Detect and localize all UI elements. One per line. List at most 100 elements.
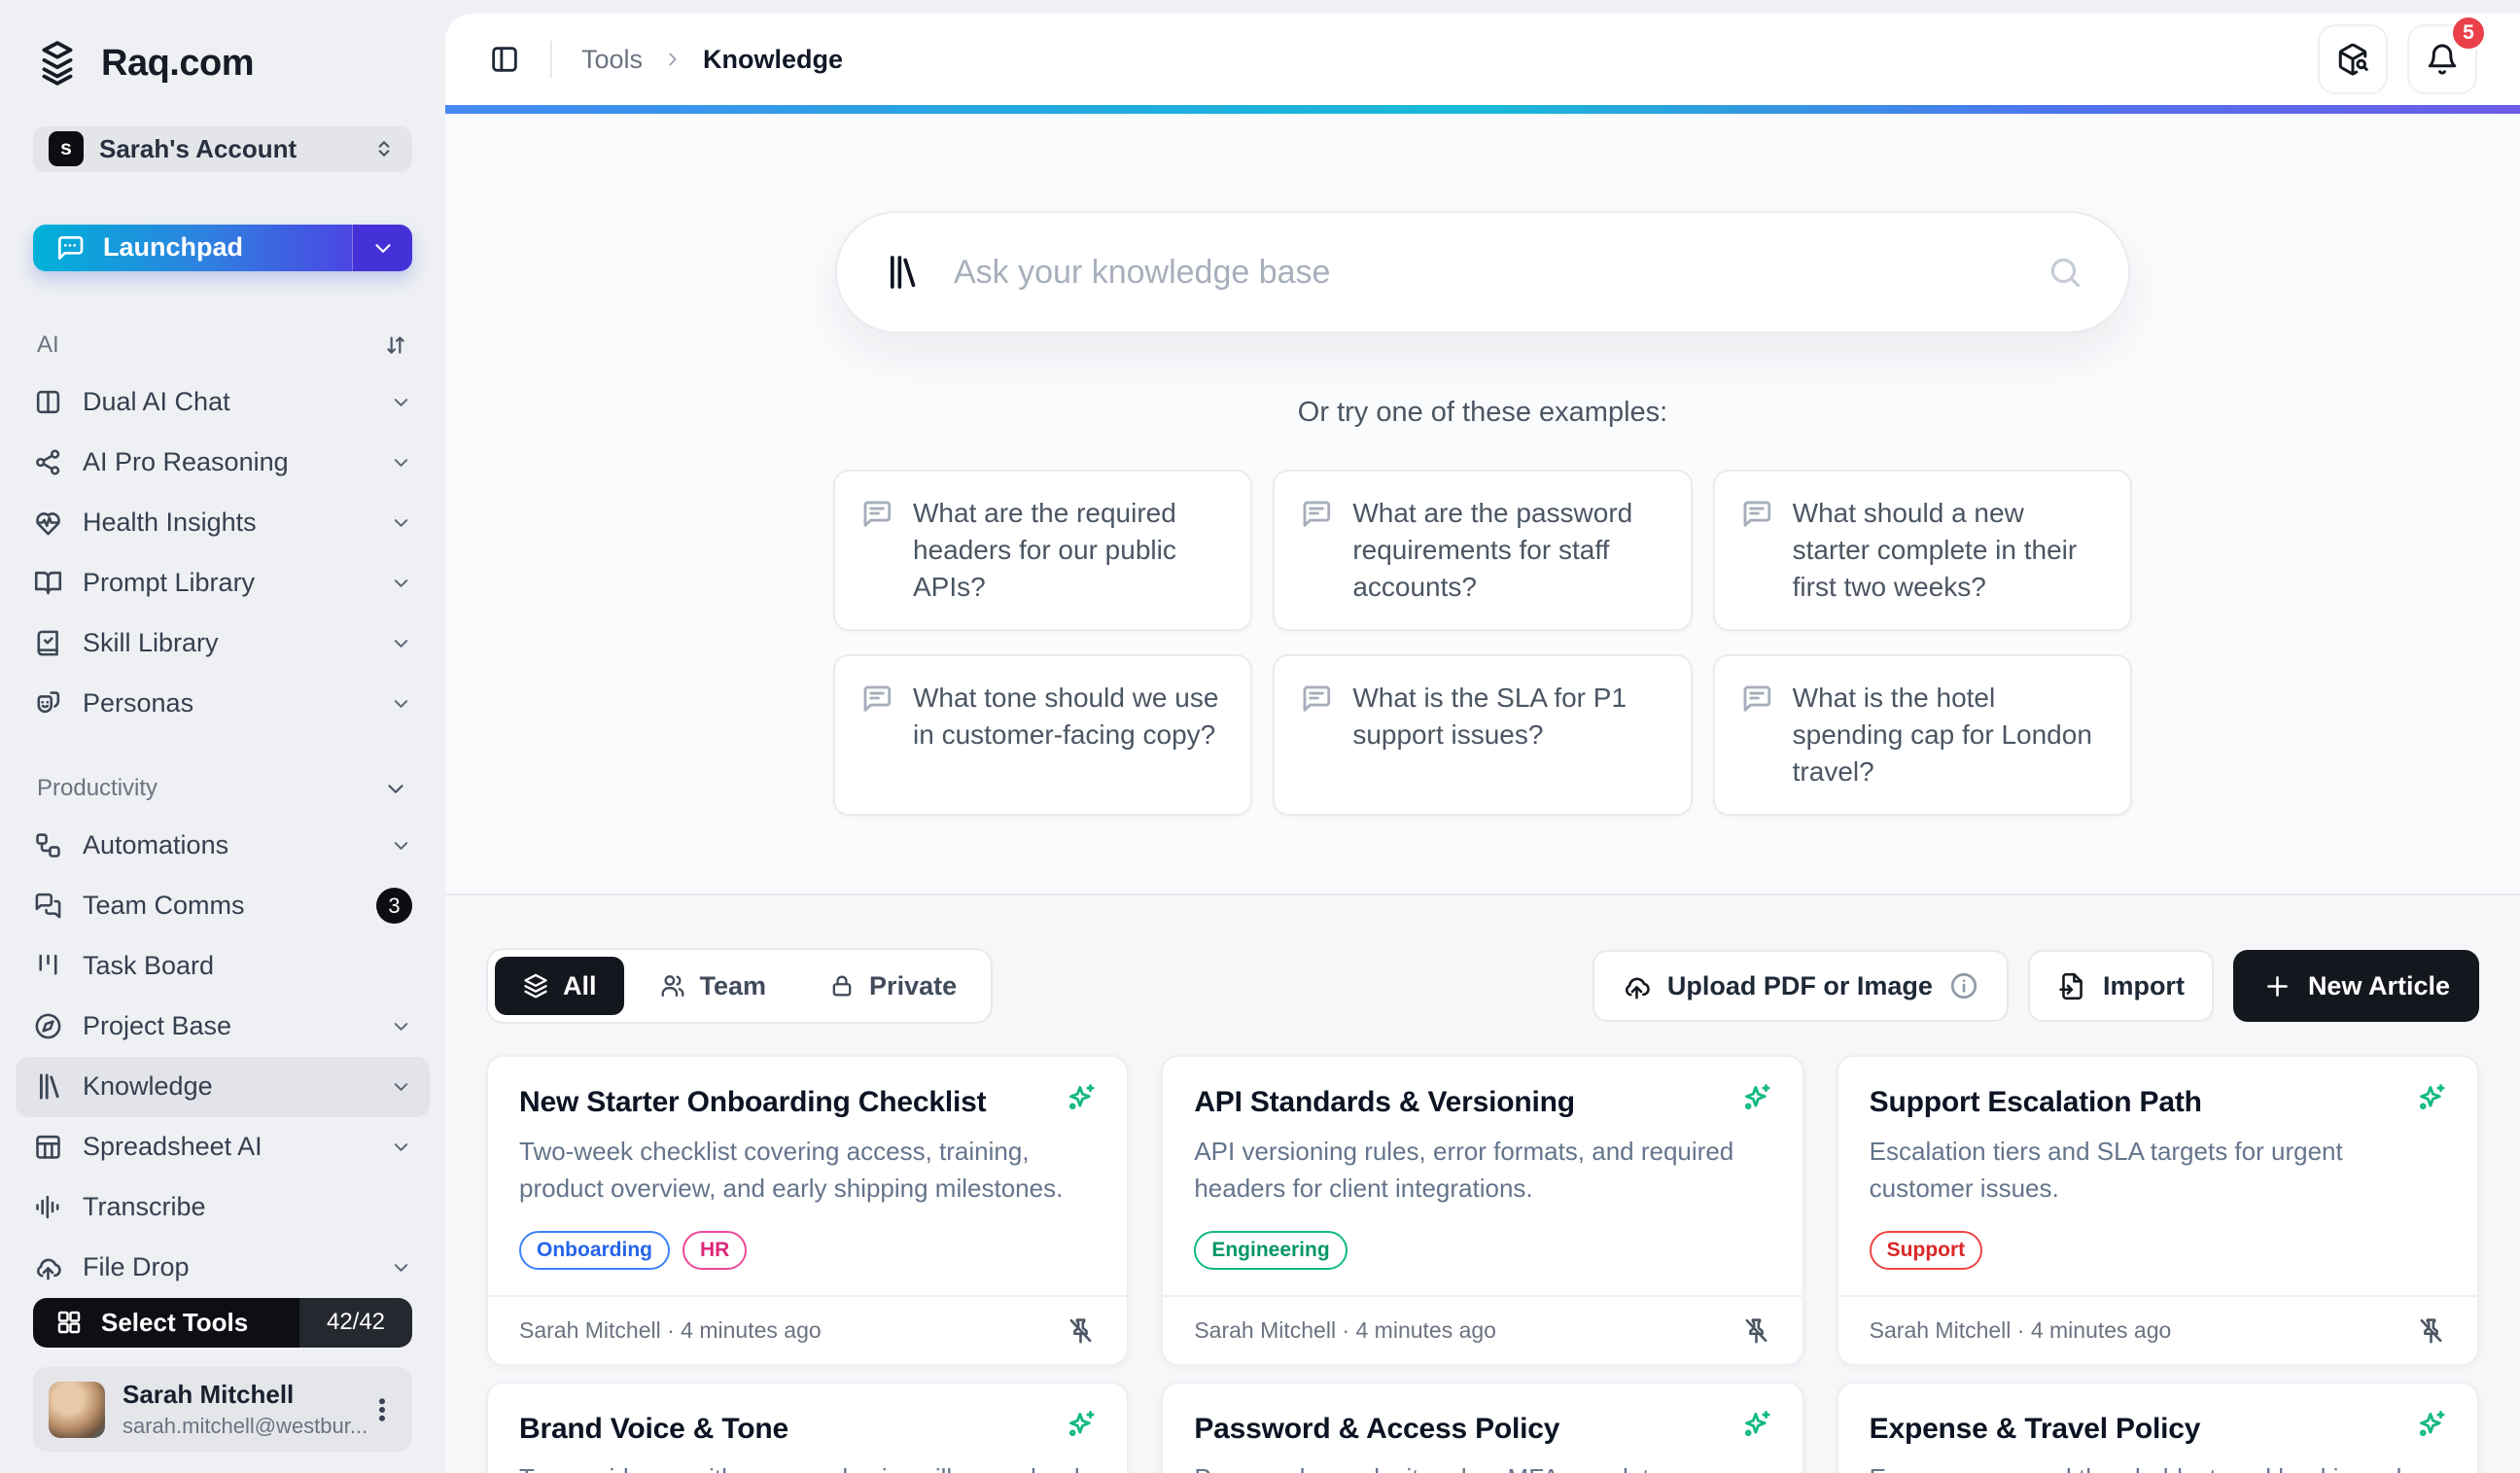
- topbar-actions: 5: [2318, 24, 2477, 94]
- message-square-icon: [1740, 683, 1773, 716]
- package-search-button[interactable]: [2318, 24, 2388, 94]
- sidebar-item-ai-pro-reasoning[interactable]: AI Pro Reasoning: [16, 433, 430, 493]
- message-dots-icon: [54, 232, 86, 263]
- article-title: Support Escalation Path: [1870, 1086, 2446, 1119]
- import-button[interactable]: Import: [2028, 950, 2214, 1022]
- tab-private[interactable]: Private: [801, 957, 984, 1015]
- sidebar-item-health-insights[interactable]: Health Insights: [16, 493, 430, 553]
- article-card-2[interactable]: API Standards & VersioningAPI versioning…: [1161, 1055, 1803, 1366]
- sidebar-item-skill-library[interactable]: Skill Library: [16, 614, 430, 674]
- chat-bubbles-icon: [33, 891, 63, 921]
- chevron-down-icon[interactable]: [383, 776, 408, 801]
- upload-pdf-button[interactable]: Upload PDF or Image: [1592, 950, 2009, 1022]
- search-icon[interactable]: [2047, 254, 2083, 291]
- tab-all[interactable]: All: [495, 957, 624, 1015]
- example-prompt-4[interactable]: What tone should we use in customer-faci…: [833, 654, 1252, 816]
- example-prompt-6[interactable]: What is the hotel spending cap for Londo…: [1713, 654, 2132, 816]
- select-tools-button[interactable]: Select Tools 42/42: [33, 1298, 412, 1348]
- article-card-3[interactable]: Support Escalation PathEscalation tiers …: [1837, 1055, 2479, 1366]
- sparkles-icon: [1065, 1082, 1098, 1115]
- new-article-label: New Article: [2308, 971, 2450, 1001]
- tag-support: Support: [1870, 1231, 1982, 1270]
- logo-text: Raq.com: [101, 43, 254, 85]
- article-card-body: New Starter Onboarding ChecklistTwo-week…: [488, 1057, 1127, 1295]
- sidebar-item-personas[interactable]: Personas: [16, 674, 430, 734]
- sidebar-item-label: Health Insights: [83, 508, 257, 538]
- articles-section: All TeamPrivate Upload PDF or Image Impor…: [445, 895, 2520, 1473]
- sidebar-item-task-board[interactable]: Task Board: [16, 936, 430, 997]
- panel-left-icon[interactable]: [488, 43, 521, 76]
- chevron-down-icon: [390, 1075, 412, 1098]
- logo: Raq.com: [33, 39, 412, 88]
- kebab-icon[interactable]: [368, 1395, 397, 1424]
- article-card-body: Expense & Travel PolicyExpense approval …: [1838, 1384, 2477, 1473]
- article-description: Tone guidance with approved voice pillar…: [519, 1460, 1096, 1473]
- user-name: Sarah Mitchell: [122, 1380, 350, 1410]
- search-input[interactable]: [954, 254, 2013, 292]
- sidebar-item-file-drop[interactable]: File Drop: [16, 1238, 430, 1298]
- article-card-1[interactable]: New Starter Onboarding ChecklistTwo-week…: [486, 1055, 1129, 1366]
- sidebar-item-automations[interactable]: Automations: [16, 816, 430, 876]
- sidebar-section-list: AutomationsTeam Comms3Task BoardProject …: [33, 816, 412, 1298]
- tag-engineering: Engineering: [1194, 1231, 1347, 1270]
- sidebar-item-prompt-library[interactable]: Prompt Library: [16, 553, 430, 614]
- sort-icon[interactable]: [383, 333, 408, 358]
- sidebar-section-header-productivity[interactable]: Productivity: [33, 775, 412, 802]
- example-prompt-1[interactable]: What are the required headers for our pu…: [833, 470, 1252, 631]
- launchpad-button[interactable]: Launchpad: [33, 225, 412, 271]
- tab-label: All: [563, 971, 597, 1001]
- avatar: [49, 1382, 105, 1438]
- article-card-6[interactable]: Expense & Travel PolicyExpense approval …: [1837, 1382, 2479, 1473]
- notifications-button[interactable]: 5: [2407, 24, 2477, 94]
- example-prompt-5[interactable]: What is the SLA for P1 support issues?: [1273, 654, 1692, 816]
- section-label: Productivity: [37, 775, 158, 802]
- chevron-down-icon: [390, 1136, 412, 1158]
- article-tags: OnboardingHR: [519, 1231, 1096, 1270]
- library-icon: [882, 253, 921, 292]
- waveform-icon: [33, 1192, 63, 1222]
- sidebar-item-knowledge[interactable]: Knowledge: [16, 1057, 430, 1117]
- sidebar: Raq.com s Sarah's Account Launchpad AIDu…: [0, 0, 445, 1473]
- account-switcher[interactable]: s Sarah's Account: [33, 126, 412, 172]
- tab-team[interactable]: Team: [632, 957, 794, 1015]
- launchpad-main[interactable]: Launchpad: [33, 225, 352, 271]
- sidebar-item-label: Prompt Library: [83, 568, 255, 598]
- sidebar-section-header-ai[interactable]: AI: [33, 332, 412, 359]
- article-card-5[interactable]: Password & Access PolicyPassword complex…: [1161, 1382, 1803, 1473]
- article-description: API versioning rules, error formats, and…: [1194, 1134, 1770, 1208]
- chevron-down-icon: [390, 834, 412, 857]
- account-avatar: s: [49, 131, 84, 166]
- sidebar-item-label: Automations: [83, 830, 228, 860]
- sparkles-icon: [1740, 1409, 1773, 1442]
- table-icon: [33, 1132, 63, 1162]
- sidebar-item-label: Project Base: [83, 1011, 231, 1041]
- knowledge-search: [835, 211, 2130, 333]
- pin-off-icon[interactable]: [1066, 1315, 1096, 1346]
- chevron-down-icon: [390, 511, 412, 534]
- sidebar-nav: AIDual AI ChatAI Pro ReasoningHealth Ins…: [33, 271, 412, 1298]
- sidebar-item-team-comms[interactable]: Team Comms3: [16, 876, 430, 936]
- chevron-down-icon: [390, 451, 412, 473]
- article-card-4[interactable]: Brand Voice & ToneTone guidance with app…: [486, 1382, 1129, 1473]
- message-square-icon: [860, 683, 893, 716]
- pin-off-icon[interactable]: [1741, 1315, 1771, 1346]
- new-article-button[interactable]: New Article: [2233, 950, 2479, 1022]
- article-footer: Sarah Mitchell · 4 minutes ago: [1163, 1295, 1802, 1364]
- chevron-down-icon: [370, 235, 396, 261]
- example-prompt-2[interactable]: What are the password requirements for s…: [1273, 470, 1692, 631]
- sidebar-item-spreadsheet-ai[interactable]: Spreadsheet AI: [16, 1117, 430, 1177]
- message-square-icon: [1300, 498, 1333, 531]
- message-square-icon: [1740, 498, 1773, 531]
- sidebar-item-transcribe[interactable]: Transcribe: [16, 1177, 430, 1238]
- example-prompt-3[interactable]: What should a new starter complete in th…: [1713, 470, 2132, 631]
- pin-off-icon[interactable]: [2416, 1315, 2446, 1346]
- user-card[interactable]: Sarah Mitchell sarah.mitchell@westbur...: [33, 1367, 412, 1452]
- sidebar-item-dual-ai-chat[interactable]: Dual AI Chat: [16, 372, 430, 433]
- tag-hr: HR: [682, 1231, 747, 1270]
- launchpad-caret[interactable]: [352, 225, 412, 271]
- articles-toolbar: All TeamPrivate Upload PDF or Image Impor…: [486, 948, 2479, 1024]
- sidebar-item-project-base[interactable]: Project Base: [16, 997, 430, 1057]
- article-description: Expense approval thresholds, travel book…: [1870, 1460, 2446, 1473]
- upload-pdf-label: Upload PDF or Image: [1667, 971, 1933, 1001]
- breadcrumb-tools[interactable]: Tools: [581, 45, 643, 75]
